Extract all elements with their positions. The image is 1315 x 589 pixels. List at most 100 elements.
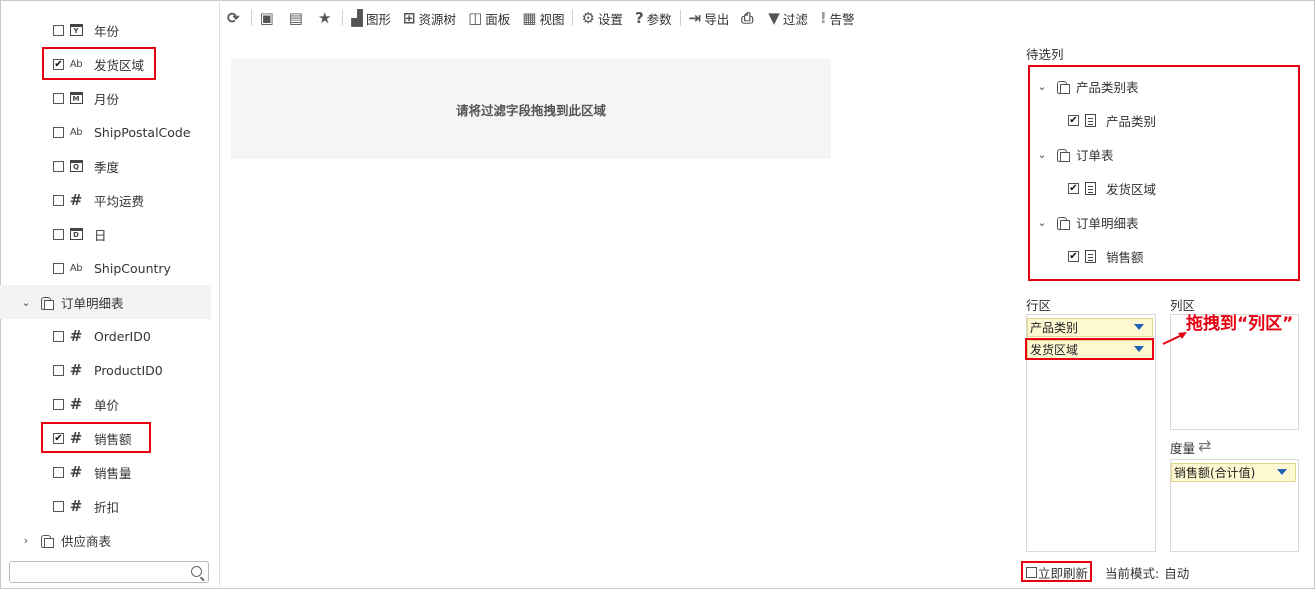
tree-field-row[interactable]: # OrderID0 bbox=[0, 319, 211, 353]
candidate-checkbox[interactable]: ✔ bbox=[1068, 250, 1079, 262]
swap-icon[interactable]: ⇄ bbox=[1198, 436, 1211, 455]
table-icon bbox=[1054, 215, 1070, 230]
view-icon: ▦ bbox=[522, 9, 537, 27]
candidate-table-row[interactable]: ⌄ 产品类别表 bbox=[1036, 76, 1138, 96]
dropdown-arrow-icon[interactable] bbox=[1134, 324, 1144, 330]
measure-title: 度量 bbox=[1170, 441, 1196, 456]
filter-drop-zone[interactable]: 请将过滤字段拖拽到此区域 bbox=[231, 59, 831, 159]
candidate-field-label: 产品类别 bbox=[1106, 113, 1157, 129]
field-checkbox[interactable] bbox=[53, 466, 64, 478]
field-search-box[interactable] bbox=[9, 561, 209, 583]
dropdown-arrow-icon[interactable] bbox=[1277, 469, 1287, 475]
field-tree-panel: Y 年份 ✔ Ab 发货区域 M 月份 Ab ShipPostalCode Q 季度 # 平均运费 D 日 A… bbox=[0, 0, 220, 589]
tree-field-row[interactable]: # 折扣 bbox=[0, 489, 211, 523]
settings-button[interactable]: ⚙ 设置 bbox=[575, 6, 628, 30]
text-type-icon: Ab bbox=[69, 126, 83, 138]
candidate-field-label: 发货区域 bbox=[1106, 181, 1157, 197]
field-label: 单价 bbox=[94, 397, 120, 413]
tree-icon: ⊞ bbox=[402, 9, 416, 27]
field-label: 平均运费 bbox=[94, 193, 145, 209]
filter-button[interactable]: ▼ 过滤 bbox=[762, 6, 814, 30]
toolbar-divider bbox=[679, 10, 681, 26]
number-type-icon: # bbox=[69, 191, 83, 209]
measure-pill[interactable]: 销售额(合计值) bbox=[1171, 463, 1296, 482]
resource-tree-button[interactable]: ⊞ 资源树 bbox=[397, 6, 462, 30]
tree-field-row[interactable]: Q 季度 bbox=[0, 149, 211, 183]
toolbar-divider bbox=[572, 10, 574, 26]
tree-field-row[interactable]: M 月份 bbox=[0, 81, 211, 115]
tree-field-row[interactable]: # ProductID0 bbox=[0, 353, 211, 387]
chevron-down-icon[interactable]: ⌄ bbox=[20, 296, 32, 309]
candidate-table-label: 订单明细表 bbox=[1076, 215, 1139, 231]
params-button[interactable]: ? 参数 bbox=[629, 6, 678, 30]
tree-field-row[interactable]: Ab ShipCountry bbox=[0, 251, 211, 285]
save-as-button[interactable]: ▤ bbox=[283, 6, 312, 30]
field-checkbox[interactable] bbox=[53, 364, 64, 376]
row-pill[interactable]: 产品类别 bbox=[1027, 318, 1153, 337]
field-checkbox[interactable] bbox=[53, 262, 64, 274]
question-icon: ? bbox=[634, 9, 644, 27]
tree-group-order-detail[interactable]: ⌄ 订单明细表 bbox=[0, 285, 211, 319]
print-button[interactable]: ⎙ bbox=[735, 6, 762, 30]
tree-group-supplier[interactable]: › 供应商表 bbox=[0, 523, 211, 557]
field-checkbox[interactable] bbox=[53, 92, 64, 104]
field-checkbox[interactable] bbox=[53, 330, 64, 342]
candidate-field-row[interactable]: ✔ 发货区域 bbox=[1068, 178, 1156, 198]
field-checkbox[interactable] bbox=[53, 126, 64, 138]
row-zone-title: 行区 bbox=[1026, 298, 1052, 313]
highlight-box bbox=[1025, 338, 1154, 360]
save-as-icon: ▤ bbox=[288, 9, 303, 27]
gear-icon: ⚙ bbox=[581, 9, 595, 27]
field-label: 折扣 bbox=[94, 499, 120, 515]
chevron-down-icon[interactable]: ⌄ bbox=[1036, 216, 1048, 229]
candidate-table-row[interactable]: ⌄ 订单明细表 bbox=[1036, 212, 1139, 232]
tree-field-row[interactable]: # 平均运费 bbox=[0, 183, 211, 217]
filter-drop-hint: 请将过滤字段拖拽到此区域 bbox=[455, 102, 606, 118]
chevron-right-icon[interactable]: › bbox=[20, 534, 32, 547]
field-search-input[interactable] bbox=[14, 562, 184, 582]
candidate-field-row[interactable]: ✔ 产品类别 bbox=[1068, 110, 1156, 130]
toolbar-divider bbox=[342, 10, 344, 26]
view-button[interactable]: ▦ 视图 bbox=[516, 6, 570, 30]
field-checkbox[interactable] bbox=[53, 160, 64, 172]
candidate-checkbox[interactable]: ✔ bbox=[1068, 114, 1079, 126]
panel-button[interactable]: ◫ 面板 bbox=[462, 6, 516, 30]
candidate-table-row[interactable]: ⌄ 订单表 bbox=[1036, 144, 1114, 164]
tree-field-row[interactable]: Y 年份 bbox=[0, 13, 211, 47]
funnel-icon: ▼ bbox=[768, 9, 780, 27]
calendar-letter: D bbox=[69, 228, 83, 240]
panel-label: 面板 bbox=[485, 11, 511, 27]
search-icon[interactable] bbox=[191, 566, 202, 577]
candidate-checkbox[interactable]: ✔ bbox=[1068, 182, 1079, 194]
refresh-button[interactable]: ⟳ bbox=[221, 6, 249, 30]
chevron-down-icon[interactable]: ⌄ bbox=[1036, 80, 1048, 93]
view-label: 视图 bbox=[539, 11, 565, 27]
tree-field-row[interactable]: # 单价 bbox=[0, 387, 211, 421]
field-checkbox[interactable] bbox=[53, 194, 64, 206]
save-button[interactable]: ▣ bbox=[254, 6, 283, 30]
bar-chart-icon: ▟ bbox=[351, 9, 363, 27]
chevron-down-icon[interactable]: ⌄ bbox=[1036, 148, 1048, 161]
exclamation-icon: ! bbox=[819, 9, 827, 27]
alert-button[interactable]: ! 告警 bbox=[814, 6, 861, 30]
candidate-table-label: 订单表 bbox=[1076, 147, 1114, 163]
field-checkbox[interactable] bbox=[53, 24, 64, 36]
graph-button[interactable]: ▟ 图形 bbox=[345, 6, 397, 30]
export-button[interactable]: ⇥ 导出 bbox=[683, 6, 736, 30]
tree-field-row[interactable]: Ab ShipPostalCode bbox=[0, 115, 211, 149]
field-checkbox[interactable] bbox=[53, 500, 64, 512]
table-icon bbox=[38, 533, 54, 548]
toolbar: ⟳ ▣ ▤ ★ ▟ 图形 ⊞ 资源树 ◫ 面板 ▦ 视图 ⚙ 设置 ? 参数 ⇥ 导出 ⎙ ▼… bbox=[221, 0, 1315, 36]
calendar-letter: Y bbox=[69, 24, 83, 36]
calendar-letter: M bbox=[69, 92, 83, 104]
favorite-button[interactable]: ★ bbox=[312, 6, 340, 30]
field-label: 销售量 bbox=[94, 465, 132, 481]
candidate-field-row[interactable]: ✔ 销售额 bbox=[1068, 246, 1144, 266]
candidate-columns-title: 待选列 bbox=[1026, 47, 1064, 62]
tree-field-row[interactable]: # 销售量 bbox=[0, 455, 211, 489]
export-label: 导出 bbox=[704, 11, 730, 27]
tree-field-row[interactable]: D日 bbox=[0, 217, 211, 251]
field-checkbox[interactable] bbox=[53, 228, 64, 240]
annotation-arrow-icon bbox=[1162, 332, 1187, 345]
field-checkbox[interactable] bbox=[53, 398, 64, 410]
